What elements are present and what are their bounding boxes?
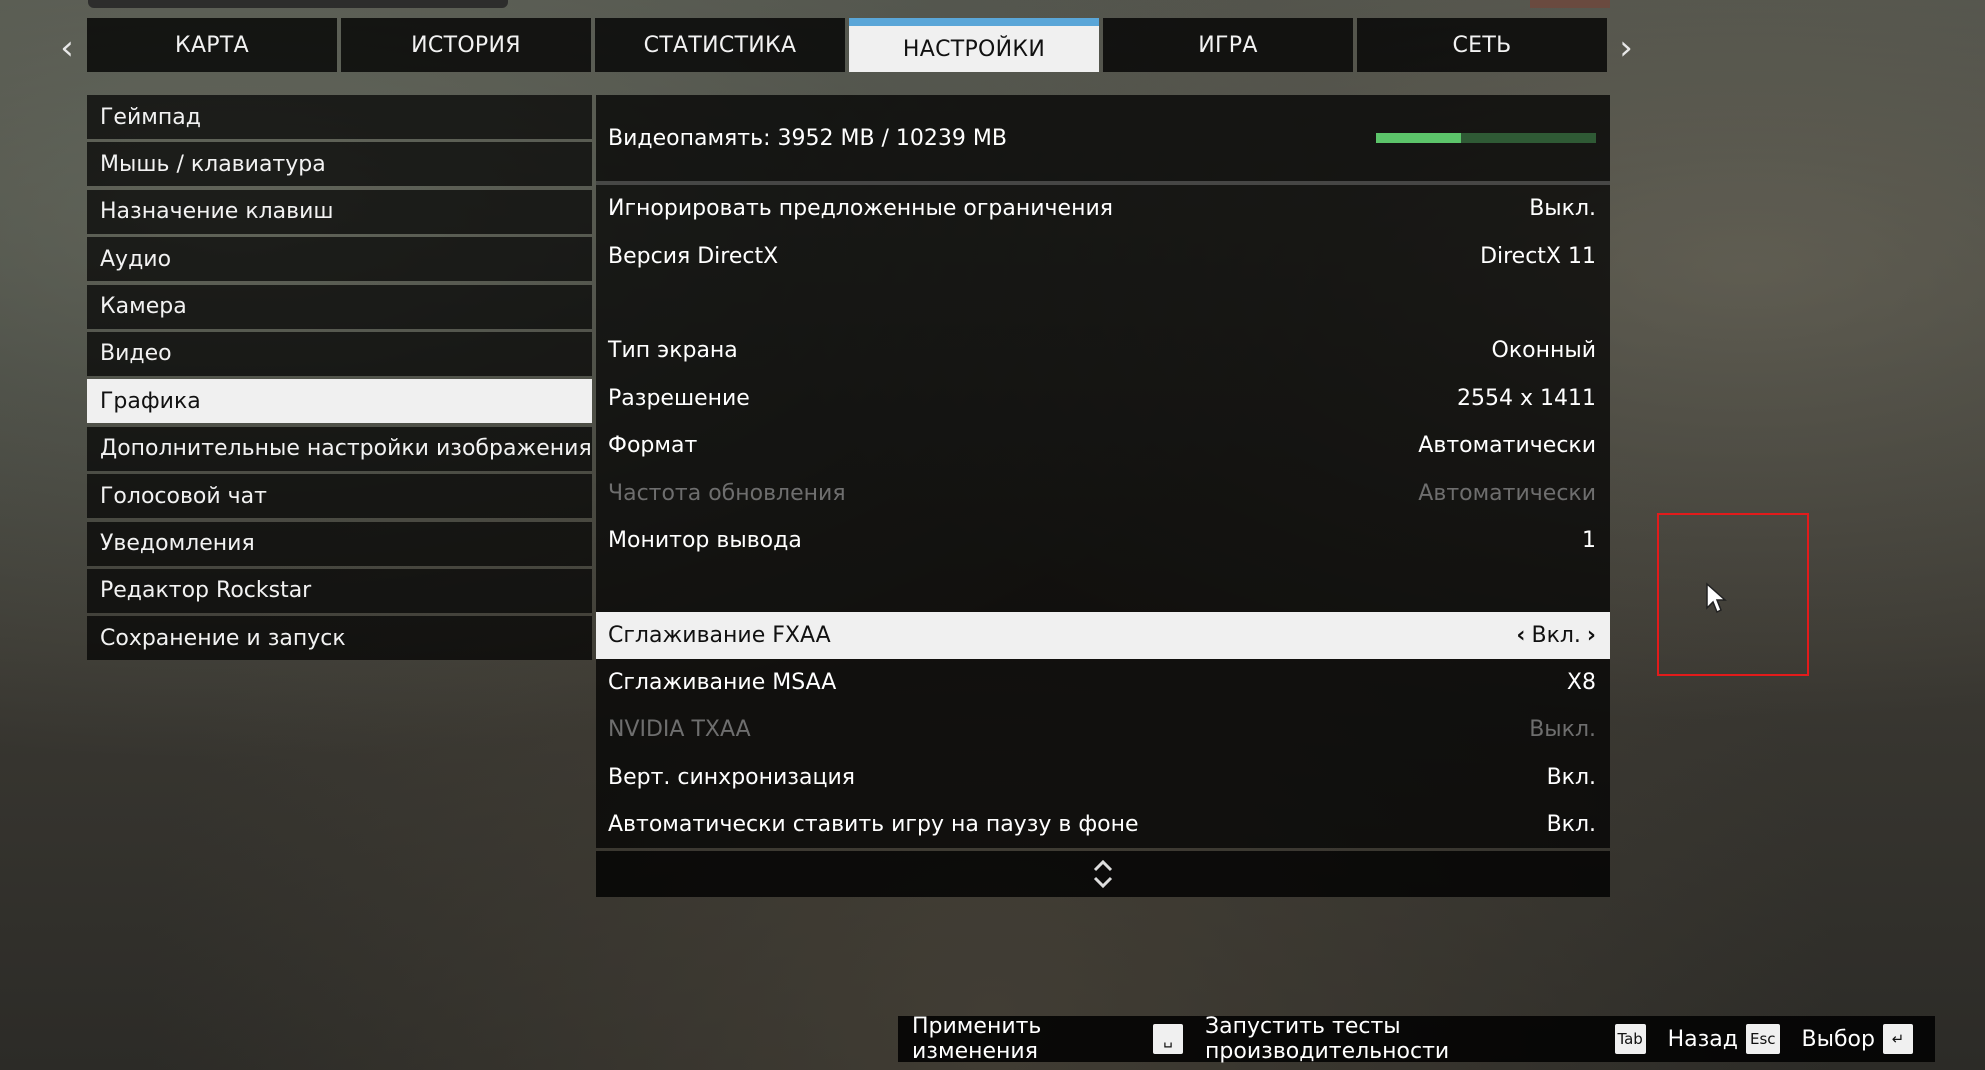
vram-usage: Видеопамять: 3952 MB / 10239 MB <box>596 95 1610 185</box>
benchmark-hint[interactable]: Запустить тесты производительности Tab <box>1205 1014 1646 1064</box>
setting-label: Разрешение <box>608 385 750 411</box>
tab-game[interactable]: ИГРА <box>1103 18 1353 72</box>
setting-value: Вкл. <box>1546 764 1596 790</box>
next-tab-arrow-icon[interactable]: › <box>1614 28 1638 68</box>
setting-row[interactable]: Игнорировать предложенные ограничения Вык… <box>596 185 1610 233</box>
scroll-indicator[interactable] <box>596 851 1610 898</box>
enter-key-icon: ↵ <box>1883 1024 1913 1054</box>
menu-item-camera[interactable]: Камера <box>87 284 592 329</box>
setting-value: Вкл. <box>1546 812 1596 838</box>
setting-label: Формат <box>608 433 698 459</box>
highlight-box <box>1657 513 1809 676</box>
vram-bar <box>1376 133 1596 143</box>
tab-key-icon: Tab <box>1614 1024 1646 1054</box>
setting-row[interactable]: Автоматически ставить игру на паузу в фо… <box>596 801 1610 849</box>
setting-value: Выкл. <box>1529 196 1596 222</box>
setting-value: Выкл. <box>1529 717 1596 743</box>
tab-network[interactable]: СЕТЬ <box>1357 18 1607 72</box>
setting-label: Сглаживание FXAA <box>608 622 831 648</box>
esc-key-icon: Esc <box>1745 1024 1780 1054</box>
benchmark-label: Запустить тесты производительности <box>1205 1014 1450 1064</box>
select-label: Выбор <box>1801 1026 1875 1052</box>
menu-item-mouse-keyboard[interactable]: Мышь / клавиатура <box>87 142 592 187</box>
menu-item-notifications[interactable]: Уведомления <box>87 521 592 566</box>
setting-label: Автоматически ставить игру на паузу в фо… <box>608 812 1139 838</box>
setting-label: Частота обновления <box>608 480 846 506</box>
menu-item-video[interactable]: Видео <box>87 331 592 376</box>
menu-item-audio[interactable]: Аудио <box>87 237 592 282</box>
setting-value: X8 <box>1566 670 1596 696</box>
menu-item-voice-chat[interactable]: Голосовой чат <box>87 474 592 519</box>
setting-row[interactable]: Частота обновления Автоматически <box>596 469 1610 517</box>
setting-label: Версия DirectX <box>608 243 779 269</box>
menu-item-rockstar-editor[interactable]: Редактор Rockstar <box>87 568 592 613</box>
setting-label: Монитор вывода <box>608 527 802 553</box>
setting-value: Оконный <box>1491 338 1597 364</box>
tab-settings[interactable]: НАСТРОЙКИ <box>849 18 1099 72</box>
setting-label: Тип экрана <box>608 338 738 364</box>
select-hint[interactable]: Выбор ↵ <box>1802 1024 1913 1054</box>
menu-item-save-launch[interactable]: Сохранение и запуск <box>87 616 592 661</box>
control-hints-bar: Применить изменения ␣ Запустить тесты пр… <box>898 1014 1935 1064</box>
chevron-left-icon[interactable]: ‹ <box>1516 623 1525 648</box>
chevron-right-icon[interactable]: › <box>1587 623 1596 648</box>
setting-row[interactable]: Верт. синхронизация Вкл. <box>596 753 1610 802</box>
back-hint[interactable]: Назад Esc <box>1668 1024 1780 1054</box>
setting-row[interactable]: NVIDIA TXAA Выкл. <box>596 706 1610 754</box>
setting-value: 1 <box>1582 527 1596 553</box>
setting-value: 2554 x 1411 <box>1457 385 1596 411</box>
back-label: Назад <box>1667 1026 1738 1052</box>
player-avatar <box>1530 0 1610 8</box>
vram-bar-fill <box>1376 133 1461 143</box>
setting-row[interactable]: Тип экрана Оконный <box>596 327 1610 375</box>
setting-value: DirectX 11 <box>1480 243 1596 269</box>
graphics-settings-panel: Видеопамять: 3952 MB / 10239 MB Игнориро… <box>596 95 1610 898</box>
setting-label: NVIDIA TXAA <box>608 717 751 743</box>
setting-label: Верт. синхронизация <box>608 764 855 790</box>
settings-spacer <box>596 564 1610 612</box>
tab-history[interactable]: ИСТОРИЯ <box>341 18 591 72</box>
menu-item-graphics[interactable]: Графика <box>87 379 592 424</box>
setting-value: Автоматически <box>1418 433 1596 459</box>
setting-row[interactable]: Формат Автоматически <box>596 421 1610 470</box>
apply-changes-hint[interactable]: Применить изменения ␣ <box>912 1014 1184 1064</box>
setting-label: Игнорировать предложенные ограничения <box>608 196 1114 222</box>
tab-statistics[interactable]: СТАТИСТИКА <box>595 18 845 72</box>
setting-row[interactable]: Сглаживание FXAA ‹ Вкл. › <box>596 611 1610 659</box>
settings-category-menu: Геймпад Мышь / клавиатура Назначение кла… <box>87 95 592 664</box>
prev-tab-arrow-icon[interactable]: ‹ <box>55 28 79 68</box>
setting-label: Сглаживание MSAA <box>608 670 837 696</box>
vram-label: Видеопамять: 3952 MB / 10239 MB <box>608 125 1007 151</box>
settings-spacer <box>596 279 1610 328</box>
game-title-strip <box>88 0 508 8</box>
setting-row[interactable]: Монитор вывода 1 <box>596 516 1610 565</box>
setting-value: Автоматически <box>1418 480 1596 506</box>
menu-item-keybinds[interactable]: Назначение клавиш <box>87 189 592 234</box>
setting-value-text: Вкл. <box>1531 622 1581 648</box>
setting-row[interactable]: Разрешение 2554 x 1411 <box>596 374 1610 422</box>
menu-item-gamepad[interactable]: Геймпад <box>87 95 592 139</box>
space-key-icon: ␣ <box>1153 1024 1184 1054</box>
apply-changes-label: Применить изменения <box>912 1014 1042 1064</box>
top-tabs: КАРТА ИСТОРИЯ СТАТИСТИКА НАСТРОЙКИ ИГРА … <box>87 18 1607 72</box>
setting-row[interactable]: Версия DirectX DirectX 11 <box>596 232 1610 280</box>
menu-item-advanced-graphics[interactable]: Дополнительные настройки изображения <box>87 426 592 471</box>
updown-chevron-icon <box>1093 860 1113 889</box>
setting-value[interactable]: ‹ Вкл. › <box>1516 623 1596 648</box>
setting-row[interactable]: Сглаживание MSAA X8 <box>596 658 1610 707</box>
tab-map[interactable]: КАРТА <box>87 18 337 72</box>
mouse-cursor-icon <box>1706 582 1727 614</box>
